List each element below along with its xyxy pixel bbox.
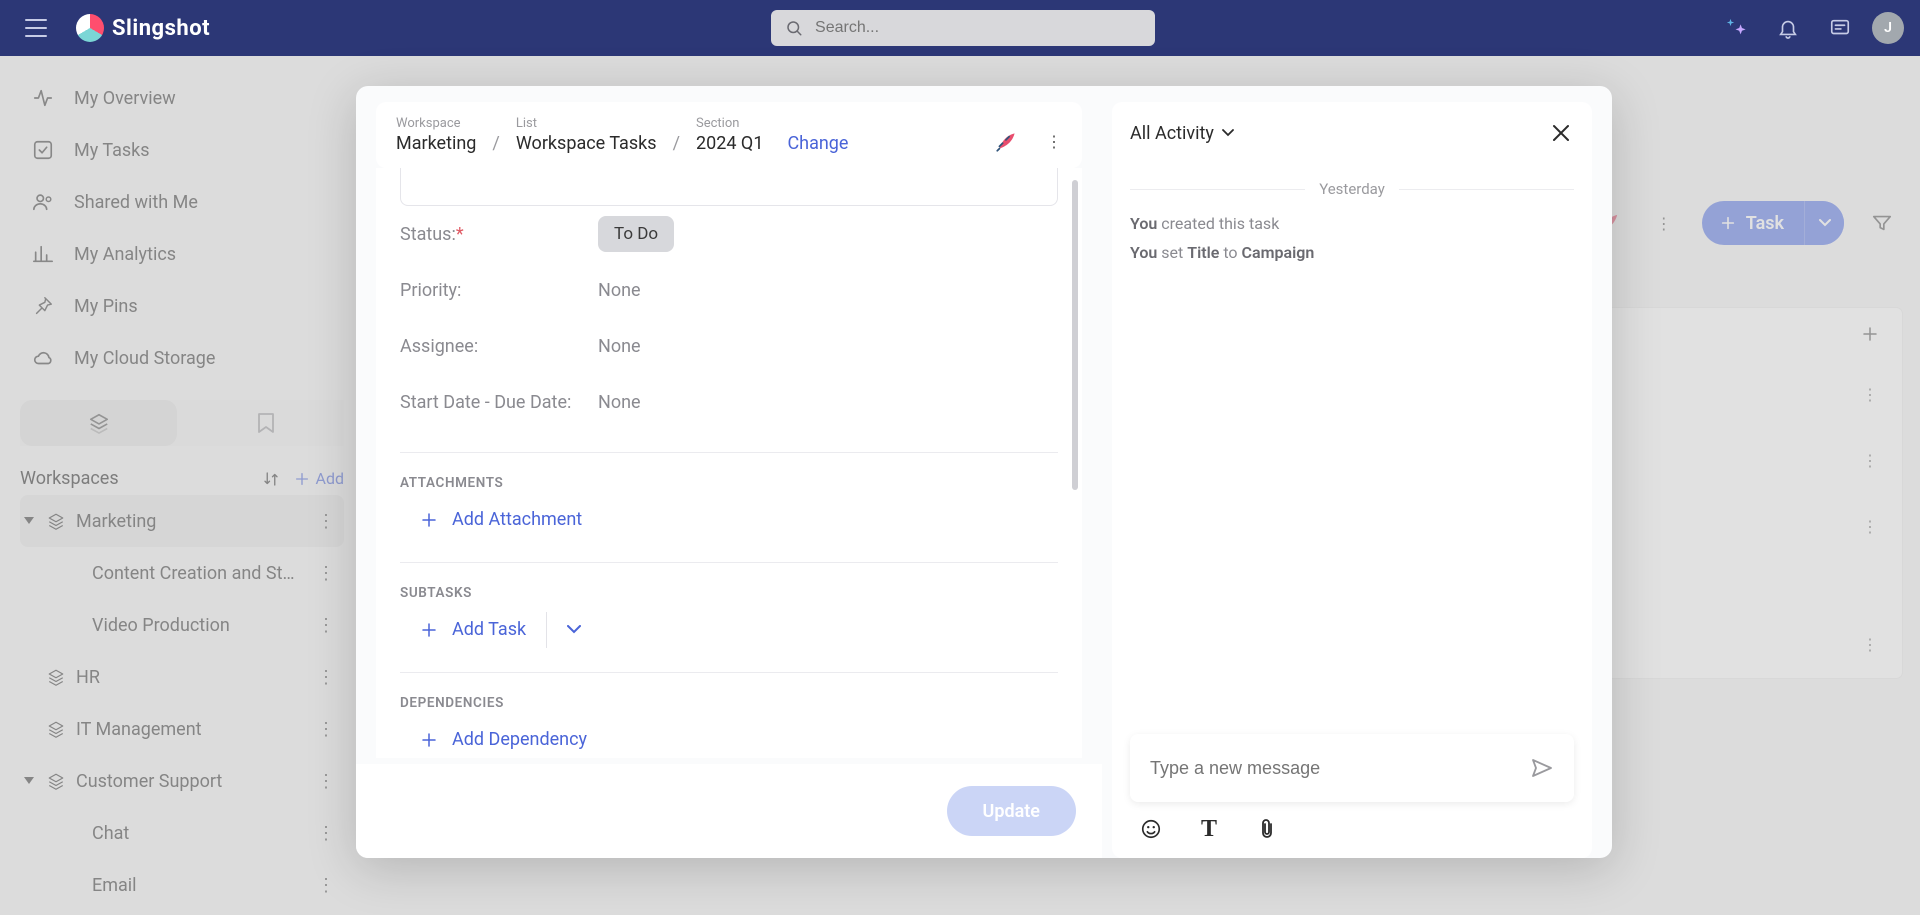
chevron-down-icon: [1222, 129, 1234, 137]
activity-header: All Activity: [1112, 102, 1592, 164]
subtask-dropdown[interactable]: [546, 612, 581, 648]
status-chip[interactable]: To Do: [598, 216, 674, 252]
activity-panel: All Activity Yesterday You created this …: [1102, 86, 1612, 858]
dates-value: None: [598, 392, 641, 413]
bc-top-label: List: [516, 116, 657, 131]
status-label: Status:*: [400, 224, 598, 245]
app-header: Slingshot J: [0, 0, 1920, 56]
bc-workspace[interactable]: Workspace Marketing: [396, 116, 476, 154]
bc-value: Workspace Tasks: [516, 133, 657, 154]
chat-icon[interactable]: [1820, 8, 1860, 48]
divider: [400, 672, 1058, 673]
add-subtask-label: Add Task: [452, 619, 526, 640]
activity-filter-label: All Activity: [1130, 123, 1214, 144]
bell-icon[interactable]: [1768, 8, 1808, 48]
activity-log-entry: You set Title to Campaign: [1130, 243, 1574, 262]
day-separator: Yesterday: [1130, 180, 1574, 198]
rocket-icon[interactable]: [994, 128, 1020, 154]
bc-section[interactable]: Section 2024 Q1: [696, 116, 763, 154]
activity-body: Yesterday You created this task You set …: [1112, 164, 1592, 716]
required-star: *: [456, 224, 464, 245]
task-body: Status:* To Do Priority: None Assignee: …: [376, 168, 1082, 758]
add-dependency-button[interactable]: Add Dependency: [400, 719, 587, 758]
log-actor: You: [1130, 214, 1157, 233]
assignee-row[interactable]: Assignee: None: [400, 318, 1058, 374]
divider: [400, 562, 1058, 563]
attach-icon[interactable]: [1256, 818, 1278, 840]
status-row[interactable]: Status:* To Do: [400, 206, 1058, 262]
priority-row[interactable]: Priority: None: [400, 262, 1058, 318]
change-link[interactable]: Change: [787, 133, 848, 154]
assignee-label: Assignee:: [400, 336, 598, 357]
avatar[interactable]: J: [1872, 12, 1904, 44]
add-dependency-label: Add Dependency: [452, 729, 587, 750]
update-label: Update: [983, 801, 1040, 822]
attachments-header: ATTACHMENTS: [400, 475, 1058, 491]
log-field: Title: [1187, 243, 1219, 262]
bc-list[interactable]: List Workspace Tasks: [516, 116, 657, 154]
description-box[interactable]: [400, 168, 1058, 206]
scrollbar-thumb[interactable]: [1072, 180, 1078, 490]
status-label-text: Status:: [400, 224, 456, 245]
log-text: created this task: [1157, 214, 1279, 233]
activity-log-entry: You created this task: [1130, 214, 1574, 233]
task-editor: Workspace Marketing / List Workspace Tas…: [356, 86, 1102, 858]
bc-value: Marketing: [396, 133, 476, 154]
brand[interactable]: Slingshot: [76, 14, 210, 42]
add-attachment-button[interactable]: Add Attachment: [400, 499, 582, 540]
ai-sparkle-icon[interactable]: [1716, 8, 1756, 48]
search-icon: [785, 19, 803, 37]
bc-top-label: Workspace: [396, 116, 476, 131]
global-search[interactable]: [771, 10, 1155, 46]
task-kebab-icon[interactable]: ⋮: [1046, 132, 1062, 151]
text-format-icon[interactable]: T: [1198, 818, 1220, 840]
bc-top-label: Section: [696, 116, 763, 131]
update-button[interactable]: Update: [947, 786, 1076, 836]
priority-value: None: [598, 280, 641, 301]
log-actor: You: [1130, 243, 1157, 262]
avatar-initial: J: [1884, 20, 1892, 36]
priority-label: Priority:: [400, 280, 598, 301]
dependencies-header: DEPENDENCIES: [400, 695, 1058, 711]
menu-icon[interactable]: [16, 8, 56, 48]
emoji-icon[interactable]: [1140, 818, 1162, 840]
task-modal: Workspace Marketing / List Workspace Tas…: [356, 86, 1612, 858]
log-text: to: [1219, 243, 1241, 262]
message-icons: T: [1130, 818, 1574, 840]
activity-footer: T: [1112, 716, 1592, 858]
send-icon[interactable]: [1530, 756, 1554, 780]
bc-separator: /: [667, 133, 686, 154]
divider: [400, 452, 1058, 453]
day-label: Yesterday: [1319, 180, 1385, 198]
update-bar: Update: [356, 764, 1102, 858]
activity-filter[interactable]: All Activity: [1130, 123, 1234, 144]
bc-value: 2024 Q1: [696, 133, 763, 154]
bc-separator: /: [486, 133, 505, 154]
log-text: set: [1157, 243, 1187, 262]
add-subtask-button[interactable]: Add Task: [400, 609, 526, 650]
dates-label: Start Date - Due Date:: [400, 392, 598, 413]
dates-row[interactable]: Start Date - Due Date: None: [400, 374, 1058, 430]
breadcrumb: Workspace Marketing / List Workspace Tas…: [376, 102, 1082, 168]
brand-name: Slingshot: [112, 16, 210, 41]
close-icon[interactable]: [1548, 120, 1574, 146]
message-input[interactable]: [1150, 758, 1530, 779]
message-input-row: [1130, 734, 1574, 802]
subtasks-header: SUBTASKS: [400, 585, 1058, 601]
log-value: Campaign: [1242, 243, 1315, 262]
search-input[interactable]: [815, 19, 1141, 37]
brand-logo: [76, 14, 104, 42]
add-attachment-label: Add Attachment: [452, 509, 582, 530]
assignee-value: None: [598, 336, 641, 357]
